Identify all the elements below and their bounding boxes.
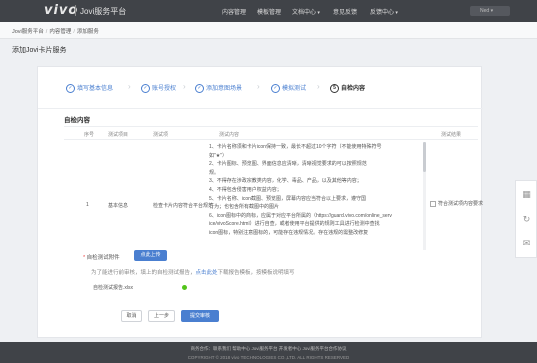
col-header-content: 测试内容 bbox=[219, 132, 240, 138]
nav-doc-center[interactable]: 文档中心 ▾ bbox=[292, 7, 320, 16]
content-line: 如"★"） bbox=[209, 152, 228, 159]
checkbox-icon[interactable] bbox=[430, 200, 436, 207]
chevron-right-icon: › bbox=[128, 82, 131, 91]
top-nav-bar: vivo Jovi服务平台 内容管理 模板管理 文档中心 ▾ 意见反馈 反馈中心… bbox=[0, 0, 537, 22]
breadcrumb: Jovi服务平台 / 内容管理 / 添加服务 bbox=[12, 27, 99, 35]
content-line: 5、卡片名称、icon截图、预览图，屏幕内容应当符合以上要求，遵守国 bbox=[209, 195, 366, 202]
download-template-link[interactable]: 点击此处 bbox=[196, 270, 218, 276]
chevron-right-icon: › bbox=[257, 82, 260, 91]
content-line: ice/vivoScore.html）进行自查，或者使用平台提供的规则工具进行检… bbox=[209, 221, 380, 228]
breadcrumb-item-current: 添加服务 bbox=[76, 29, 99, 35]
content-line: icon图标，特别注意图标的，可能存在违规情况。存在违规的需整改修复 bbox=[209, 229, 369, 236]
mail-icon[interactable]: ✉ bbox=[521, 238, 532, 249]
check-circle-icon: ✓ bbox=[195, 83, 204, 93]
check-circle-icon: ✓ bbox=[271, 83, 280, 93]
step-basic-info[interactable]: ✓ 填写基本信息 bbox=[66, 83, 113, 93]
content-line: 1、卡片名称须和卡片icon保持一致，最长不超过10个字符（不能使用特殊符号 bbox=[209, 144, 382, 150]
upload-label-text: 自检测试附件 bbox=[86, 255, 120, 261]
check-circle-icon: ✓ bbox=[141, 83, 150, 93]
step-label: 自检内容 bbox=[341, 86, 366, 92]
self-check-table: 序号 测试项目 测试项 测试内容 测试结果 1 基本信息 检查卡片内容符合平台规… bbox=[64, 126, 483, 252]
result-checkbox[interactable]: 符合测试项内容要求 bbox=[430, 200, 483, 207]
vivo-logo[interactable]: vivo bbox=[44, 3, 78, 18]
footer: 商务合作：联系我们 帮助中心 Jovi服务平台 开发者中心 Jovi服务平台合作… bbox=[0, 342, 537, 363]
section-title: 自检内容 bbox=[64, 117, 90, 124]
step-self-check[interactable]: 5 自检内容 bbox=[330, 83, 365, 93]
content-line: 规。 bbox=[209, 169, 220, 176]
chevron-down-icon: ▾ bbox=[316, 10, 320, 16]
col-header-index: 序号 bbox=[84, 132, 95, 138]
row-category: 基本信息 bbox=[108, 203, 129, 209]
breadcrumb-item-content[interactable]: 内容管理 bbox=[49, 29, 71, 35]
content-line: 行为；也包含所有截图中的图片 bbox=[209, 204, 280, 211]
upload-success-icon bbox=[182, 285, 187, 290]
step-account-auth[interactable]: ✓ 账号授权 bbox=[141, 83, 176, 93]
row-item: 检查卡片内容符合平台规范 bbox=[153, 203, 214, 209]
hint-text-tail: 下载报告模板，按模板说明填写 bbox=[217, 270, 295, 276]
content-line: 2、卡片图标、预览图、界面信息应清晰，清晰视觉要求的可以按照规范 bbox=[209, 161, 367, 168]
table-header: 序号 测试项目 测试项 测试内容 测试结果 bbox=[64, 127, 478, 139]
row-content[interactable]: 1、卡片名称须和卡片icon保持一致，最长不超过10个字符（不能使用特殊符号 如… bbox=[209, 143, 411, 238]
content-line: 3、不得存在涉政宗教类内容，化学、毒品、产品，以及其他等内容； bbox=[209, 178, 362, 185]
check-circle-icon: ✓ bbox=[66, 83, 75, 93]
platform-name[interactable]: Jovi服务平台 bbox=[80, 6, 126, 17]
user-name: Ned bbox=[480, 8, 490, 14]
chevron-down-icon: ▾ bbox=[394, 10, 398, 16]
upload-label: * 自检测试附件 bbox=[83, 253, 120, 261]
floating-toolbar: ▦ ↻ ✉ bbox=[515, 180, 537, 258]
nav-template-management[interactable]: 模板管理 bbox=[257, 7, 281, 16]
chevron-right-icon: › bbox=[317, 82, 320, 91]
uploaded-file-name[interactable]: 自检测试报告.xlsx bbox=[93, 284, 133, 291]
previous-step-button[interactable]: 上一步 bbox=[148, 310, 175, 322]
step-label: 模拟测试 bbox=[282, 86, 307, 92]
nav-content-management[interactable]: 内容管理 bbox=[222, 7, 246, 16]
result-checkbox-label: 符合测试项内容要求 bbox=[438, 201, 484, 207]
footer-copyright: COPYRIGHT © 2018 vivo TECHNOLOGIES CO.,L… bbox=[187, 355, 350, 360]
nav-doc-center-label: 文档中心 bbox=[292, 10, 317, 16]
chevron-right-icon: › bbox=[183, 82, 186, 91]
nav-feedback[interactable]: 意见反馈 bbox=[333, 7, 357, 16]
col-header-item: 测试项 bbox=[153, 132, 169, 138]
col-header-result: 测试结果 bbox=[441, 132, 462, 138]
submit-review-button[interactable]: 提交审核 bbox=[181, 310, 219, 322]
content-line: 4、不得包含侵害用户权益内容； bbox=[209, 186, 282, 193]
step-intent-scenes[interactable]: ✓ 添加意图场景 bbox=[195, 83, 242, 93]
breadcrumb-separator: / bbox=[45, 29, 48, 35]
step-label: 填写基本信息 bbox=[77, 86, 114, 92]
nav-feedback-center-label: 反馈中心 bbox=[370, 10, 395, 16]
qr-code-icon[interactable]: ▦ bbox=[521, 189, 532, 200]
stepper: ✓ 填写基本信息 › ✓ 账号授权 › ✓ 添加意图场景 › ✓ 模拟测试 › 5 自检内… bbox=[38, 67, 483, 109]
cancel-button[interactable]: 取消 bbox=[121, 310, 142, 322]
scrollbar-thumb[interactable] bbox=[423, 142, 426, 172]
page-title: 添加Jovi卡片服务 bbox=[12, 47, 67, 54]
content-line: 6、icon图标中的商标，应属于对应平台所属的（https://guard.vi… bbox=[209, 212, 392, 219]
step-mock-test[interactable]: ✓ 模拟测试 bbox=[271, 83, 306, 93]
table-row: 1 基本信息 检查卡片内容符合平台规范 1、卡片名称须和卡片icon保持一致，最… bbox=[64, 139, 483, 252]
breadcrumb-item-home[interactable]: Jovi服务平台 bbox=[12, 29, 44, 35]
form-card: ✓ 填写基本信息 › ✓ 账号授权 › ✓ 添加意图场景 › ✓ 模拟测试 › 5 自检内… bbox=[37, 66, 483, 338]
step-label: 账号授权 bbox=[152, 86, 177, 92]
footer-links[interactable]: 商务合作：联系我们 帮助中心 Jovi服务平台 开发者中心 Jovi服务平台合作… bbox=[0, 346, 537, 352]
step-number-icon: 5 bbox=[330, 83, 339, 93]
nav-feedback-center[interactable]: 反馈中心 ▾ bbox=[370, 7, 398, 16]
upload-button[interactable]: 点此上传 bbox=[134, 250, 167, 261]
breadcrumb-separator: / bbox=[73, 29, 75, 35]
upload-hint: 为了能进行前审核，填上的自检测试报告，点击此处下载报告模板，按模板说明填写 bbox=[91, 268, 295, 276]
refresh-icon[interactable]: ↻ bbox=[521, 214, 532, 225]
user-menu[interactable]: Ned ▾ bbox=[470, 6, 510, 16]
step-label: 添加意图场景 bbox=[206, 86, 243, 92]
brand-divider bbox=[75, 5, 76, 16]
content-scrollbar[interactable] bbox=[423, 142, 426, 250]
row-index: 1 bbox=[86, 202, 89, 208]
breadcrumb-bar: Jovi服务平台 / 内容管理 / 添加服务 bbox=[0, 22, 537, 39]
col-header-category: 测试项目 bbox=[108, 132, 129, 138]
hint-text: 为了能进行前审核，填上的自检测试报告， bbox=[91, 270, 196, 276]
